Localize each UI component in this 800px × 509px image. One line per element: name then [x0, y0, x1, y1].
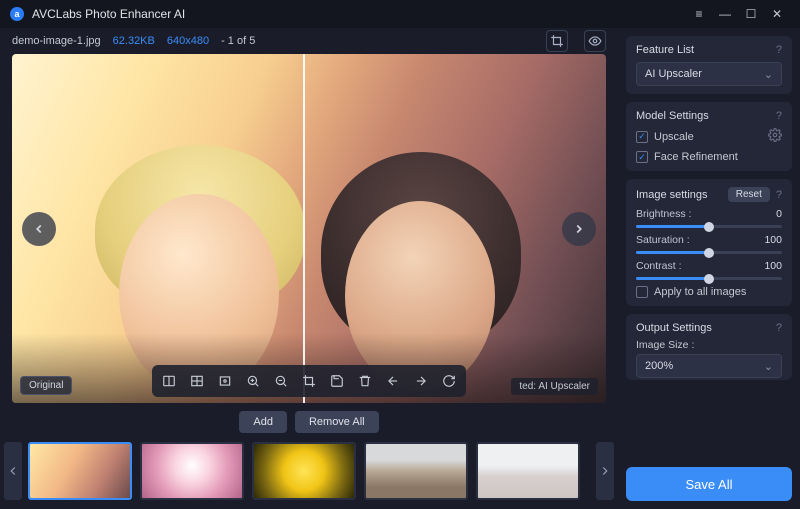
preview-toolbar [152, 365, 466, 397]
minimize-button[interactable]: — [712, 7, 738, 21]
eye-icon [588, 34, 602, 48]
model-settings-heading: Model Settings [636, 110, 709, 122]
thumbnail-item[interactable] [252, 442, 356, 500]
slider-handle[interactable] [704, 274, 714, 284]
feature-list-heading: Feature List [636, 44, 694, 56]
file-position: - 1 of 5 [221, 35, 255, 47]
refresh-button[interactable] [436, 370, 462, 392]
thumbnail-item[interactable] [140, 442, 244, 500]
trash-icon [358, 374, 372, 388]
saturation-slider[interactable] [636, 251, 782, 254]
arrow-left-icon [386, 374, 400, 388]
refresh-icon [442, 374, 456, 388]
arrow-right-icon [414, 374, 428, 388]
chevron-left-icon [32, 222, 46, 236]
preview-toggle-button[interactable] [584, 30, 606, 52]
contrast-value: 100 [764, 260, 782, 272]
contrast-label: Contrast : [636, 260, 682, 272]
file-resolution: 640x480 [167, 35, 209, 47]
save-icon [330, 374, 344, 388]
output-settings-heading: Output Settings [636, 322, 712, 334]
chevron-right-icon [598, 464, 612, 478]
delete-button[interactable] [352, 370, 378, 392]
chevron-left-icon [6, 464, 20, 478]
face-refinement-label: Face Refinement [654, 151, 738, 163]
thumb-scroll-right[interactable] [596, 442, 614, 500]
contrast-slider[interactable] [636, 277, 782, 280]
grid-icon [190, 374, 204, 388]
image-size-label: Image Size : [636, 339, 782, 351]
file-name: demo-image-1.jpg [12, 35, 101, 47]
help-icon[interactable]: ? [776, 189, 782, 201]
image-size-value: 200% [645, 360, 673, 372]
thumbnail-item[interactable] [28, 442, 132, 500]
thumbnail-item[interactable] [364, 442, 468, 500]
compare-side-button[interactable] [156, 370, 182, 392]
upscale-label: Upscale [654, 131, 694, 143]
image-size-select[interactable]: 200% ⌄ [636, 354, 782, 378]
save-all-button[interactable]: Save All [626, 467, 792, 501]
apply-all-label: Apply to all images [654, 286, 746, 298]
crop-button[interactable] [546, 30, 568, 52]
app-title: AVCLabs Photo Enhancer AI [32, 7, 185, 21]
zoom-out-icon [274, 374, 288, 388]
remove-all-button[interactable]: Remove All [295, 411, 379, 433]
brightness-slider[interactable] [636, 225, 782, 228]
zoom-in-icon [246, 374, 260, 388]
image-settings-panel: Image settings Reset ? Brightness : 0 Sa… [626, 179, 792, 306]
chevron-down-icon: ⌄ [764, 68, 773, 81]
slider-handle[interactable] [704, 222, 714, 232]
compare-grid-button[interactable] [184, 370, 210, 392]
help-icon[interactable]: ? [776, 44, 782, 56]
model-settings-panel: Model Settings ? ✓ Upscale ✓ Face Refine… [626, 102, 792, 171]
menu-button[interactable]: ≡ [686, 7, 712, 21]
chevron-right-icon [572, 222, 586, 236]
zoom-in-button[interactable] [240, 370, 266, 392]
prev-image-button[interactable] [22, 212, 56, 246]
thumbnail-item[interactable] [476, 442, 580, 500]
original-badge: Original [20, 376, 72, 395]
fit-button[interactable] [212, 370, 238, 392]
help-icon[interactable]: ? [776, 110, 782, 122]
thumb-scroll-left[interactable] [4, 442, 22, 500]
fit-icon [218, 374, 232, 388]
face-refinement-checkbox[interactable]: ✓ [636, 151, 648, 163]
close-button[interactable]: ✕ [764, 7, 790, 21]
crop-icon [550, 34, 564, 48]
app-logo: a [10, 7, 24, 21]
maximize-button[interactable]: ☐ [738, 7, 764, 21]
add-button[interactable]: Add [239, 411, 287, 433]
crop-icon [302, 374, 316, 388]
saturation-value: 100 [764, 234, 782, 246]
save-single-button[interactable] [324, 370, 350, 392]
brightness-value: 0 [776, 208, 782, 220]
preview-area: Original ted: AI Upscaler [12, 54, 606, 403]
compare-split-handle[interactable] [303, 54, 305, 403]
gear-icon[interactable] [768, 128, 782, 145]
apply-all-checkbox[interactable]: ✓ [636, 286, 648, 298]
crop-tool-button[interactable] [296, 370, 322, 392]
slider-handle[interactable] [704, 248, 714, 258]
feature-select-value: AI Upscaler [645, 68, 702, 80]
help-icon[interactable]: ? [776, 322, 782, 334]
upscale-checkbox[interactable]: ✓ [636, 131, 648, 143]
undo-button[interactable] [380, 370, 406, 392]
image-settings-heading: Image settings [636, 189, 708, 201]
file-size: 62.32KB [113, 35, 155, 47]
feature-select[interactable]: AI Upscaler ⌄ [636, 62, 782, 86]
reset-button[interactable]: Reset [728, 187, 770, 202]
result-badge: ted: AI Upscaler [511, 378, 598, 395]
next-image-button[interactable] [562, 212, 596, 246]
redo-button[interactable] [408, 370, 434, 392]
brightness-label: Brightness : [636, 208, 691, 220]
zoom-out-button[interactable] [268, 370, 294, 392]
feature-list-panel: Feature List ? AI Upscaler ⌄ [626, 36, 792, 94]
split-vertical-icon [162, 374, 176, 388]
output-settings-panel: Output Settings ? Image Size : 200% ⌄ [626, 314, 792, 380]
chevron-down-icon: ⌄ [764, 360, 773, 373]
saturation-label: Saturation : [636, 234, 690, 246]
thumbnail-list [28, 442, 590, 500]
